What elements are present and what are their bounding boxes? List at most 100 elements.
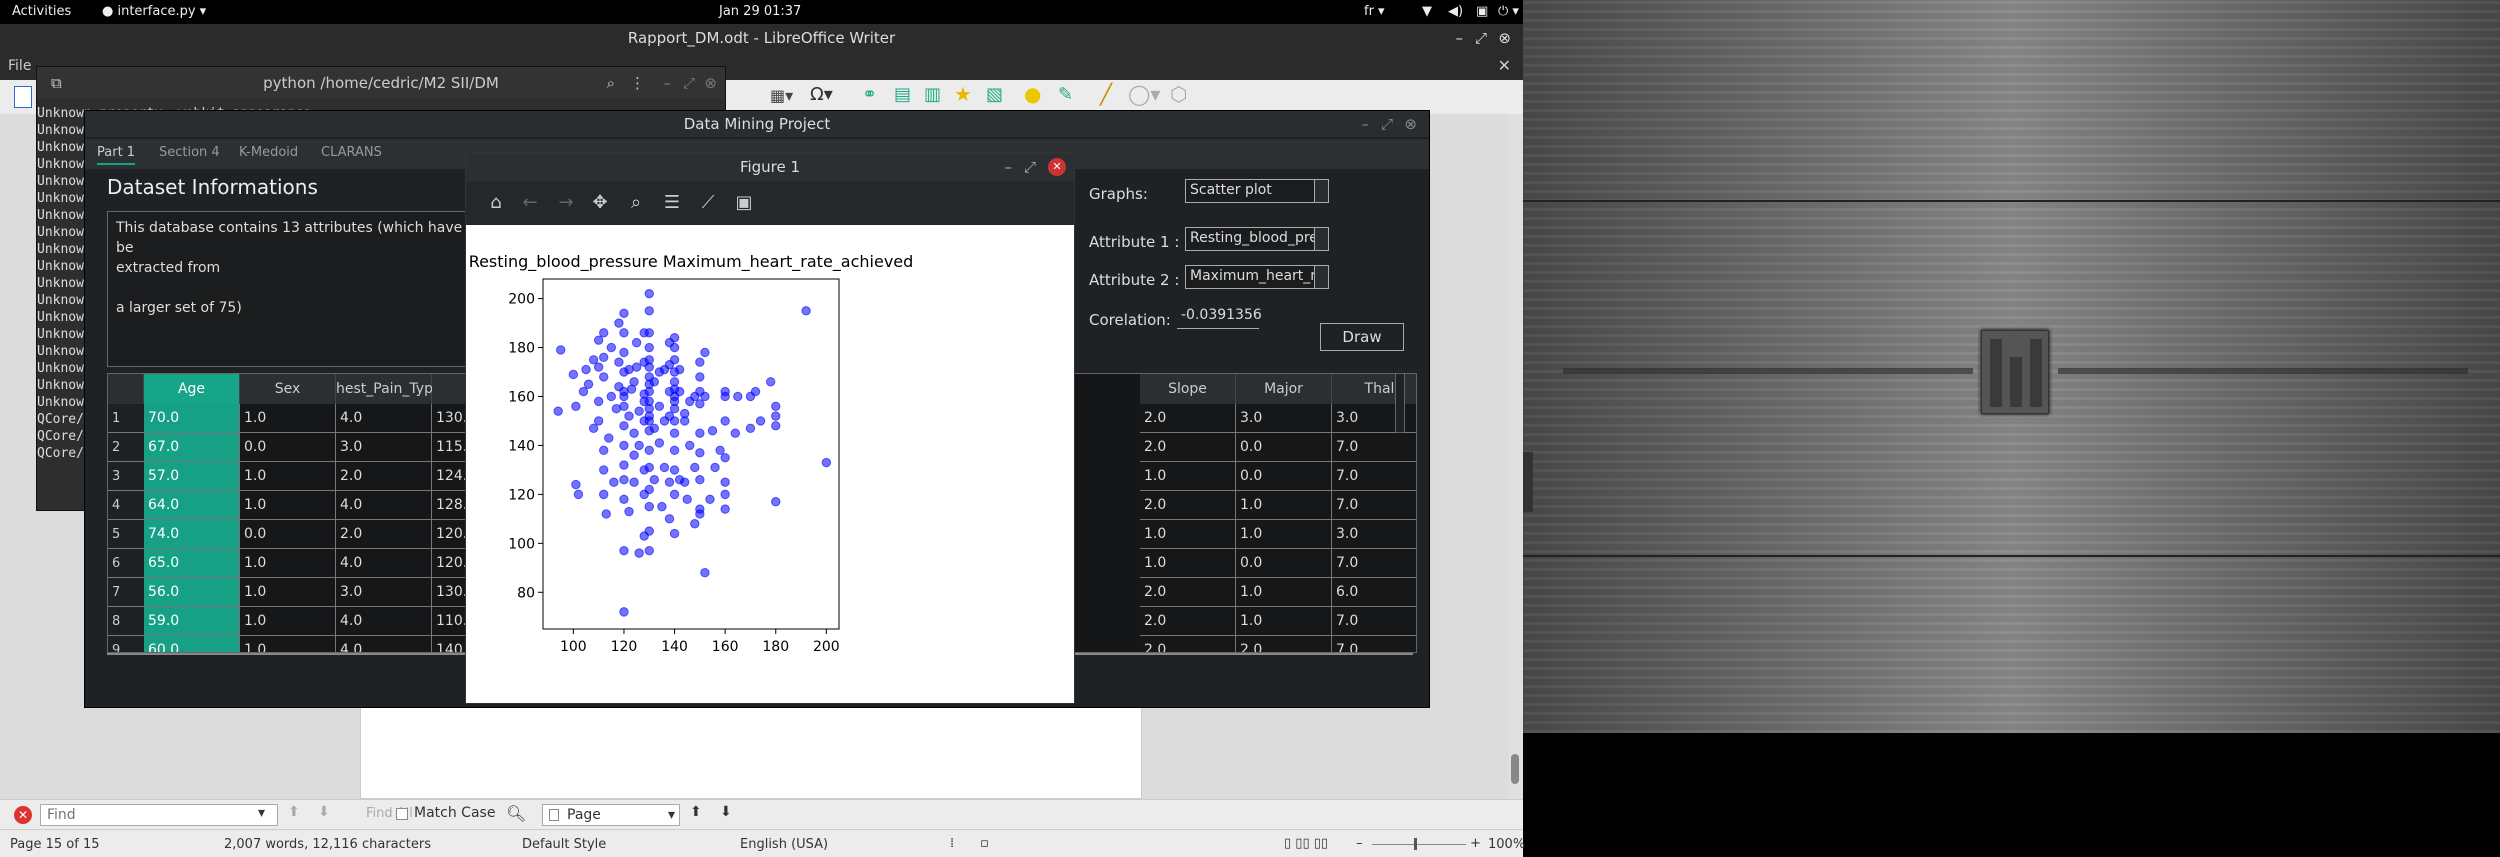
close-icon[interactable]: ⊗ (704, 67, 717, 99)
insert-mode-icon[interactable]: ⁞ (950, 836, 954, 851)
page-break-icon[interactable]: ▥ (924, 84, 941, 105)
language[interactable]: English (USA) (740, 837, 828, 852)
table-cell[interactable]: 7.0 (1332, 607, 1416, 636)
table-cell[interactable]: 1.0 (240, 549, 336, 578)
home-icon[interactable]: ⌂ (484, 191, 508, 215)
table-cell[interactable]: 7.0 (1332, 636, 1416, 652)
table-cell[interactable]: 1.0 (1236, 491, 1332, 520)
new-document-icon[interactable] (14, 86, 32, 108)
table-cell[interactable]: 57.0 (144, 462, 240, 491)
close-icon[interactable]: ✕ (1048, 158, 1066, 176)
minimize-icon[interactable]: – (1456, 24, 1464, 52)
cross-reference-icon[interactable]: ▧ (986, 84, 1003, 105)
new-tab-icon[interactable]: ⧉ (51, 67, 62, 99)
table-cell[interactable]: 1.0 (240, 491, 336, 520)
row-header[interactable]: 2 (108, 433, 144, 462)
table-cell[interactable]: 3.0 (1236, 404, 1332, 433)
table-cell[interactable]: 3.0 (1332, 520, 1416, 549)
table-cell[interactable]: 7.0 (1332, 491, 1416, 520)
table-cell[interactable]: 1.0 (240, 462, 336, 491)
table-cell[interactable]: 4.0 (336, 549, 432, 578)
find-dropdown-icon[interactable]: ▾ (258, 805, 265, 821)
view-layout-icon[interactable]: ▯ ▯▯ ▯▯ (1284, 836, 1328, 851)
axes-icon[interactable]: ⟋ (696, 191, 720, 215)
find-next-icon[interactable]: ⬇ (318, 804, 330, 820)
table-cell[interactable]: 4.0 (336, 607, 432, 636)
zoom-in-icon[interactable]: + (1470, 836, 1481, 851)
attribute2-select[interactable]: Maximum_heart_ra (1185, 265, 1329, 289)
maximize-icon[interactable]: ⤢ (1475, 24, 1487, 52)
column-header[interactable]: Major (1236, 374, 1332, 404)
table-cell[interactable]: 6.0 (1332, 578, 1416, 607)
table-cell[interactable]: 7.0 (1332, 462, 1416, 491)
zoom-level[interactable]: 100% (1488, 837, 1525, 852)
maximize-icon[interactable]: ⤢ (1381, 111, 1393, 137)
special-character-icon[interactable]: Ω▾ (810, 84, 833, 105)
row-header[interactable]: 5 (108, 520, 144, 549)
row-header[interactable]: 9 (108, 636, 144, 652)
table-cell[interactable]: 2.0 (1140, 607, 1236, 636)
row-header[interactable]: 7 (108, 578, 144, 607)
table-cell[interactable]: 0.0 (240, 433, 336, 462)
forward-icon[interactable]: → (554, 191, 578, 215)
table-cell[interactable]: 1.0 (1236, 607, 1332, 636)
table-cell[interactable]: 1.0 (240, 404, 336, 433)
word-count[interactable]: 2,007 words, 12,116 characters (224, 837, 431, 852)
table-cell[interactable]: 2.0 (1140, 578, 1236, 607)
table-cell[interactable]: 0.0 (1236, 549, 1332, 578)
table-scrollbar[interactable] (1395, 373, 1405, 433)
zoom-slider-thumb[interactable] (1414, 838, 1417, 850)
tab-part-1[interactable]: Part 1 (97, 145, 136, 165)
search-scope-select[interactable]: Page ▾ (542, 804, 680, 826)
close-icon[interactable]: ⊗ (1498, 24, 1511, 52)
table-cell[interactable]: 2.0 (1236, 636, 1332, 652)
column-header[interactable]: Slope (1140, 374, 1236, 404)
table-cell[interactable]: 56.0 (144, 578, 240, 607)
save-icon[interactable]: ▣ (732, 191, 756, 215)
minimize-icon[interactable]: – (664, 67, 672, 99)
table-cell[interactable]: 70.0 (144, 404, 240, 433)
table-cell[interactable]: 3.0 (336, 578, 432, 607)
table-cell[interactable]: 0.0 (1236, 462, 1332, 491)
minimize-icon[interactable]: – (1362, 111, 1370, 137)
vertical-scrollbar[interactable] (1508, 114, 1523, 799)
table-cell[interactable]: 0.0 (240, 520, 336, 549)
table-cell[interactable]: 1.0 (240, 636, 336, 652)
close-document-icon[interactable]: ✕ (1498, 56, 1511, 75)
table-cell[interactable]: 2.0 (1140, 433, 1236, 462)
table-cell[interactable]: 4.0 (336, 636, 432, 652)
menu-file[interactable]: File (8, 58, 31, 74)
table-cell[interactable]: 67.0 (144, 433, 240, 462)
find-input[interactable] (40, 804, 278, 826)
table-cell[interactable]: 1.0 (1140, 549, 1236, 578)
table-cell[interactable]: 74.0 (144, 520, 240, 549)
table-cell[interactable]: 7.0 (1332, 549, 1416, 578)
table-cell[interactable]: 2.0 (336, 462, 432, 491)
find-replace-icon[interactable]: 🔍︎ (506, 804, 526, 823)
tab-section-4[interactable]: Section 4 (159, 145, 220, 160)
table-cell[interactable]: 2.0 (336, 520, 432, 549)
table-cell[interactable]: 1.0 (1236, 520, 1332, 549)
draw-functions-icon[interactable]: ⬡ (1170, 82, 1187, 106)
scope-down-icon[interactable]: ⬇ (720, 804, 732, 820)
hyperlink-icon[interactable]: ⚭ (862, 84, 877, 105)
menu-icon[interactable]: ⋮ (630, 67, 645, 99)
shapes-icon[interactable]: ◯▾ (1128, 82, 1160, 106)
selection-mode-icon[interactable]: ▫ (980, 836, 989, 851)
maximize-icon[interactable]: ⤢ (1024, 153, 1036, 181)
table-cell[interactable]: 59.0 (144, 607, 240, 636)
configure-icon[interactable]: ☰ (660, 191, 684, 215)
table-cell[interactable]: 0.0 (1236, 433, 1332, 462)
correlation-field[interactable]: -0.0391356 (1177, 307, 1262, 329)
side-handle[interactable] (1523, 452, 1533, 512)
row-header[interactable]: 8 (108, 607, 144, 636)
activities-button[interactable]: Activities (12, 4, 71, 19)
table-cell[interactable]: 1.0 (240, 578, 336, 607)
column-header[interactable]: Sex (240, 374, 336, 404)
power-icon[interactable]: ⏻ ▾ (1498, 4, 1519, 19)
keyboard-layout[interactable]: fr ▾ (1364, 4, 1385, 19)
dataset-description[interactable]: This database contains 13 attributes (wh… (107, 211, 487, 367)
row-header[interactable]: 4 (108, 491, 144, 520)
scope-up-icon[interactable]: ⬆ (690, 804, 702, 820)
scrollbar-thumb[interactable] (1511, 754, 1519, 784)
